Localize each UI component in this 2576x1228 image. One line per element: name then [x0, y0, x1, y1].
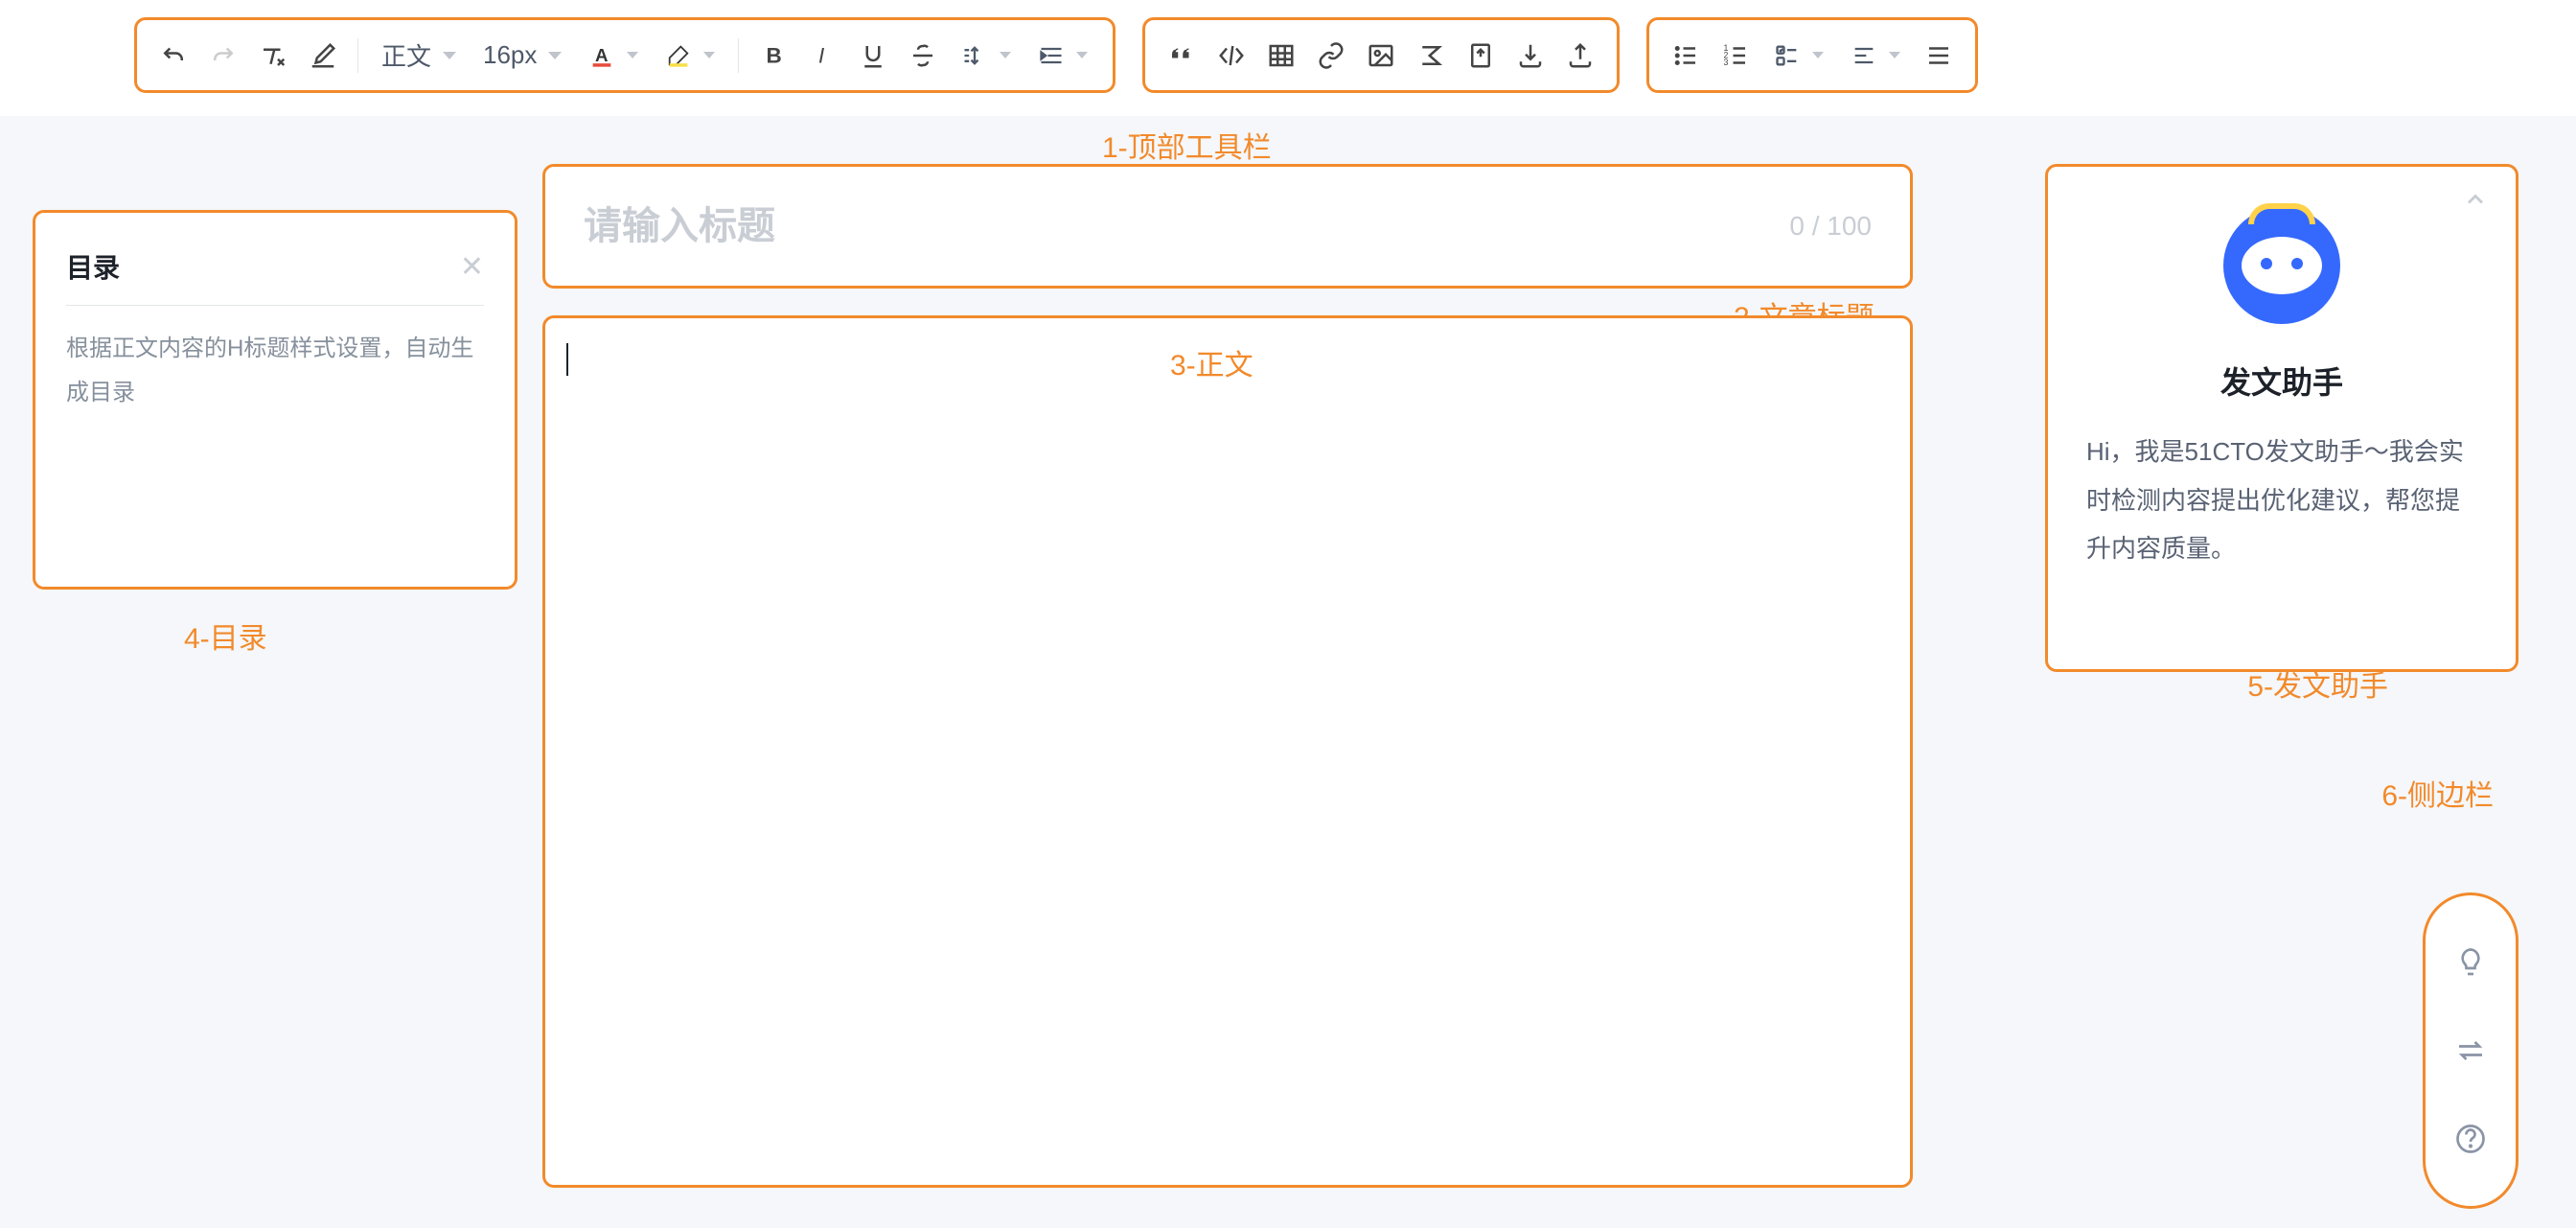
import-button[interactable]	[1509, 35, 1552, 77]
indent-dropdown[interactable]	[1028, 36, 1097, 75]
ordered-list-button[interactable]: 123	[1714, 35, 1757, 77]
fontsize-label: 16px	[483, 40, 537, 70]
lineheight-dropdown[interactable]	[952, 36, 1021, 75]
paragraph-style-dropdown[interactable]: 正文	[372, 32, 466, 79]
align-dropdown[interactable]	[1841, 36, 1910, 75]
underline-button[interactable]	[852, 35, 894, 77]
task-list-dropdown[interactable]	[1764, 36, 1833, 75]
assistant-avatar-icon	[2223, 207, 2340, 324]
redo-button[interactable]	[202, 35, 244, 77]
rail-idea-button[interactable]	[2449, 940, 2493, 985]
caret-down-icon	[548, 52, 562, 59]
divider	[66, 305, 484, 306]
bullet-list-button[interactable]	[1665, 35, 1707, 77]
assistant-title: 发文助手	[2220, 359, 2343, 403]
quote-button[interactable]	[1161, 35, 1203, 77]
side-rail	[2423, 892, 2518, 1209]
collapse-button[interactable]	[2462, 186, 2489, 218]
table-button[interactable]	[1260, 35, 1302, 77]
article-title-input[interactable]	[584, 205, 1789, 248]
caret-down-icon	[703, 52, 715, 58]
rail-switch-button[interactable]	[2449, 1029, 2493, 1073]
highlight-color-dropdown[interactable]	[656, 36, 724, 75]
toc-title: 目录	[66, 247, 120, 286]
fontsize-dropdown[interactable]: 16px	[473, 35, 571, 76]
toc-description: 根据正文内容的H标题样式设置，自动生成目录	[66, 327, 484, 414]
caret-down-icon	[1000, 52, 1011, 58]
attachment-button[interactable]	[1460, 35, 1502, 77]
italic-button[interactable]: I	[802, 35, 844, 77]
annotation-sidebar: 6-侧边栏	[2381, 772, 2494, 814]
format-painter-button[interactable]	[302, 35, 344, 77]
image-button[interactable]	[1360, 35, 1402, 77]
strikethrough-button[interactable]	[902, 35, 944, 77]
annotation-toc: 4-目录	[184, 614, 267, 657]
clear-format-button[interactable]	[252, 35, 294, 77]
export-button[interactable]	[1559, 35, 1601, 77]
svg-text:B: B	[767, 43, 782, 67]
formula-button[interactable]	[1410, 35, 1452, 77]
annotation-toolbar: 1-顶部工具栏	[1102, 124, 1272, 166]
caret-down-icon	[1889, 52, 1900, 58]
article-title-container: 2-文章标题 0 / 100	[542, 164, 1913, 289]
bold-button[interactable]: B	[752, 35, 794, 77]
assistant-panel: 发文助手 Hi，我是51CTO发文助手～我会实时检测内容提出优化建议，帮您提升内…	[2045, 164, 2518, 672]
title-char-count: 0 / 100	[1789, 211, 1872, 242]
caret-down-icon	[1812, 52, 1824, 58]
annotation-body: 3-正文	[1170, 341, 1285, 383]
paragraph-style-label: 正文	[381, 37, 431, 73]
toolbar-group-1: 正文 16px A B I	[134, 17, 1116, 93]
caret-down-icon	[627, 52, 638, 58]
svg-text:3: 3	[1724, 58, 1729, 67]
caret-down-icon	[1076, 52, 1088, 58]
link-button[interactable]	[1310, 35, 1352, 77]
svg-text:A: A	[595, 44, 608, 64]
toc-close-button[interactable]: ✕	[460, 250, 484, 284]
annotation-assistant: 5-发文助手	[2247, 662, 2388, 705]
assistant-description: Hi，我是51CTO发文助手～我会实时检测内容提出优化建议，帮您提升内容质量。	[2086, 428, 2477, 573]
toc-panel: 目录 ✕ 根据正文内容的H标题样式设置，自动生成目录	[33, 210, 518, 590]
svg-text:I: I	[818, 43, 824, 67]
font-color-dropdown[interactable]: A	[579, 36, 648, 75]
divider-button[interactable]	[1918, 35, 1960, 77]
code-button[interactable]	[1210, 35, 1253, 77]
toolbar: 正文 16px A B I 123	[0, 0, 2576, 116]
rail-help-button[interactable]	[2449, 1117, 2493, 1161]
toolbar-group-2	[1142, 17, 1620, 93]
text-cursor	[566, 343, 568, 376]
caret-down-icon	[443, 52, 456, 59]
editor-column: 2-文章标题 0 / 100 3-正文	[542, 164, 1913, 1188]
article-body-editor[interactable]: 3-正文	[542, 315, 1913, 1188]
undo-button[interactable]	[152, 35, 195, 77]
toolbar-group-3: 123	[1646, 17, 1978, 93]
